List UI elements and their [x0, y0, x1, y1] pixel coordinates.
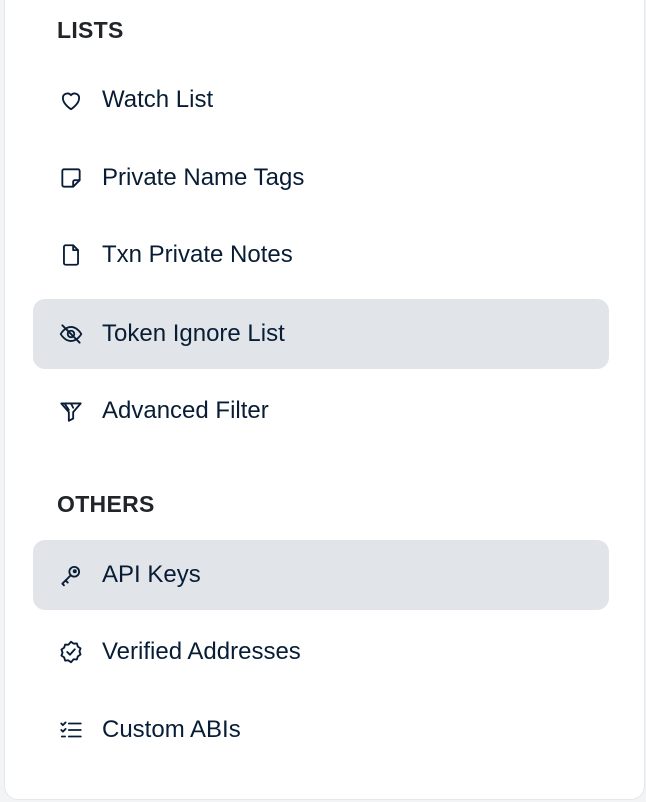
- menu-item-label: Verified Addresses: [102, 638, 301, 665]
- section-title-others: OTHERS: [57, 491, 155, 517]
- menu-item-private-name-tags[interactable]: Private Name Tags: [33, 143, 609, 213]
- section-title-lists: LISTS: [57, 17, 124, 43]
- menu-item-watch-list[interactable]: Watch List: [33, 65, 609, 135]
- menu-item-label: Custom ABIs: [102, 716, 241, 743]
- eye-off-icon: [56, 319, 86, 349]
- sticky-note-icon: [56, 163, 86, 193]
- badge-check-icon: [56, 637, 86, 667]
- menu-item-label: API Keys: [102, 561, 201, 588]
- list-checks-icon: [56, 715, 86, 745]
- menu-item-label: Token Ignore List: [102, 320, 285, 347]
- menu-item-token-ignore-list[interactable]: Token Ignore List: [33, 299, 609, 369]
- menu-item-label: Private Name Tags: [102, 164, 305, 191]
- menu-item-label: Advanced Filter: [102, 397, 269, 424]
- menu-item-advanced-filter[interactable]: Advanced Filter: [33, 376, 609, 446]
- menu-item-custom-abis[interactable]: Custom ABIs: [33, 695, 609, 765]
- filter-icon: [56, 396, 86, 426]
- key-icon: [56, 560, 86, 590]
- menu-item-txn-private-notes[interactable]: Txn Private Notes: [33, 220, 609, 290]
- heart-icon: [56, 85, 86, 115]
- file-icon: [56, 240, 86, 270]
- menu-item-label: Txn Private Notes: [102, 241, 293, 268]
- menu-item-label: Watch List: [102, 86, 214, 113]
- menu-item-verified-addresses[interactable]: Verified Addresses: [33, 617, 609, 687]
- menu-item-api-keys[interactable]: API Keys: [33, 540, 609, 610]
